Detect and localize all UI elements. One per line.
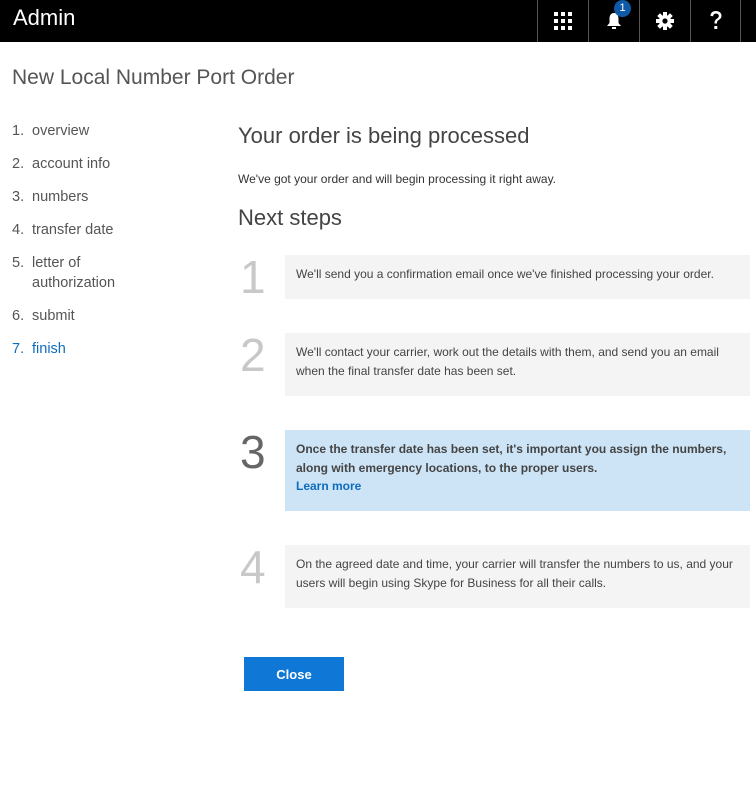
page-title: New Local Number Port Order (12, 66, 295, 89)
nav-item-label: letter of authorization (32, 255, 116, 291)
nav-item-label: numbers (32, 189, 89, 205)
nav-item-number: 1. (12, 123, 25, 139)
notification-badge: 1 (614, 0, 631, 17)
nav-item-submit[interactable]: 6. submit (12, 306, 212, 326)
top-bar: Admin 1 (0, 0, 756, 42)
wizard-nav: 1. overview 2. account info 3. numbers 4… (12, 121, 212, 372)
nav-item-label: overview (32, 123, 90, 139)
app-launcher-icon (554, 12, 572, 30)
step-text: We'll contact your carrier, work out the… (285, 333, 750, 396)
notifications-button[interactable]: 1 (588, 0, 639, 42)
nav-item-number: 7. (12, 341, 25, 357)
nav-item-label: finish (32, 341, 66, 357)
app-title: Admin (13, 5, 76, 30)
nav-item-letter-of-authorization[interactable]: 5. letter of authorization (12, 253, 212, 293)
nav-item-finish[interactable]: 7. finish (12, 339, 212, 359)
help-icon (710, 11, 721, 29)
close-button[interactable]: Close (244, 657, 344, 691)
nav-item-label: transfer date (32, 222, 114, 238)
step-number: 1 (240, 251, 266, 303)
status-heading: Your order is being processed (238, 123, 530, 148)
step-number: 4 (240, 541, 266, 593)
nav-item-number: 2. (12, 156, 25, 172)
nav-item-overview[interactable]: 1. overview (12, 121, 212, 141)
nav-item-label: account info (32, 156, 111, 172)
nav-item-account-info[interactable]: 2. account info (12, 154, 212, 174)
gear-icon (656, 12, 674, 30)
step-text: On the agreed date and time, your carrie… (285, 545, 750, 608)
step-number: 2 (240, 329, 266, 381)
nav-item-number: 3. (12, 189, 25, 205)
help-button[interactable] (690, 0, 741, 42)
app-launcher-button[interactable] (537, 0, 588, 42)
nav-item-number: 6. (12, 308, 25, 324)
settings-button[interactable] (639, 0, 690, 42)
learn-more-link[interactable]: Learn more (296, 477, 740, 496)
step-text: Once the transfer date has been set, it'… (296, 442, 727, 475)
nav-item-transfer-date[interactable]: 4. transfer date (12, 220, 212, 240)
nav-item-number: 5. (12, 255, 25, 271)
step-callout: Once the transfer date has been set, it'… (285, 430, 750, 511)
step-number: 3 (240, 426, 266, 478)
nav-item-number: 4. (12, 222, 25, 238)
intro-text: We've got your order and will begin proc… (238, 172, 557, 186)
nav-item-label: submit (32, 308, 75, 324)
next-steps-heading: Next steps (238, 205, 342, 230)
nav-item-numbers[interactable]: 3. numbers (12, 187, 212, 207)
step-text: We'll send you a confirmation email once… (285, 255, 750, 299)
